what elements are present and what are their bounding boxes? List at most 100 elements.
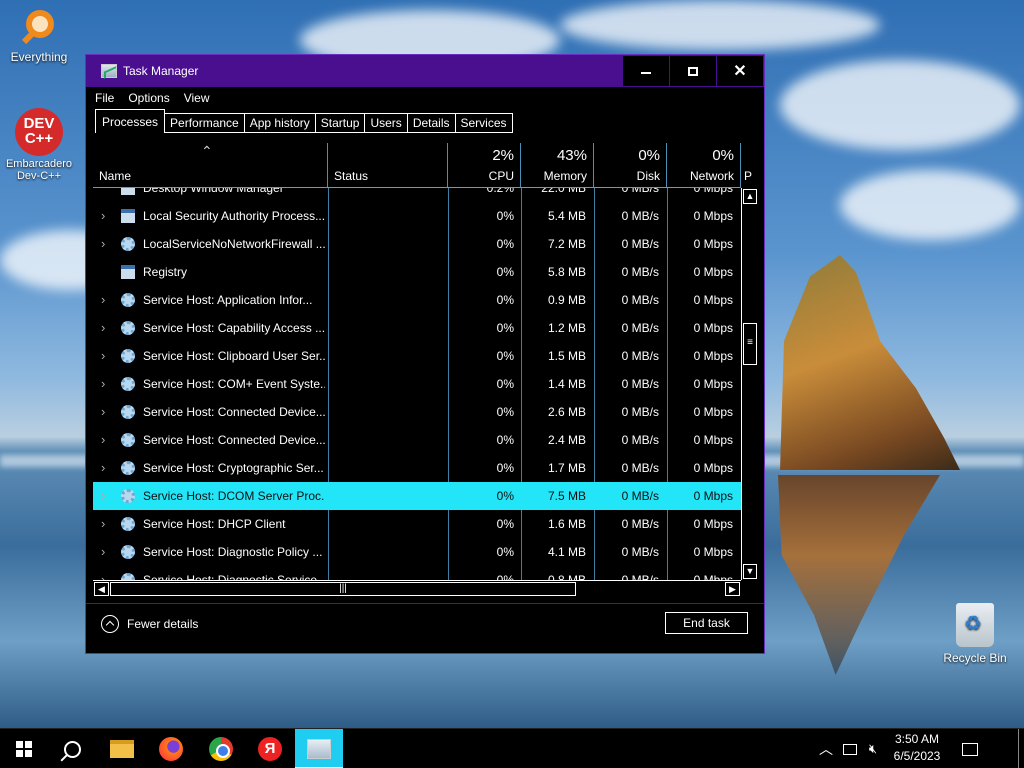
expand-chevron-icon[interactable]: › bbox=[101, 482, 111, 510]
cloud bbox=[840, 170, 1020, 240]
process-list: Desktop Window Manager 0.2% 22.0 MB 0 MB/s 0… bbox=[93, 188, 741, 580]
column-disk[interactable]: 0% Disk bbox=[594, 143, 667, 187]
scroll-down-button[interactable]: ▼ bbox=[743, 564, 757, 579]
tab-performance[interactable]: Performance bbox=[165, 113, 245, 133]
search-button[interactable] bbox=[48, 729, 96, 768]
column-status-label: Status bbox=[334, 169, 369, 183]
column-separator bbox=[594, 538, 595, 566]
network-total: 0% bbox=[712, 147, 734, 164]
window-title: Task Manager bbox=[123, 64, 199, 78]
horizontal-scroll-thumb[interactable]: ||| bbox=[110, 582, 576, 596]
process-network: 0 Mbps bbox=[693, 349, 733, 363]
close-button[interactable]: ✕ bbox=[717, 56, 763, 86]
desktop-icon-devcpp[interactable]: DEV C++ Embarcadero Dev-C++ bbox=[1, 108, 77, 182]
process-row[interactable]: › Service Host: Connected Device... 0% 2.4 … bbox=[93, 426, 741, 454]
menu-bar: File Options View bbox=[86, 87, 764, 109]
column-network[interactable]: 0% Network bbox=[667, 143, 741, 187]
processes-panel: ⌃ Name Status 2% CPU 43% Memory 0% Disk … bbox=[93, 143, 758, 599]
expand-chevron-icon[interactable]: › bbox=[101, 454, 111, 482]
process-row[interactable]: › Service Host: Application Infor... 0% 0.9… bbox=[93, 286, 741, 314]
expand-chevron-icon[interactable]: › bbox=[101, 538, 111, 566]
process-row[interactable]: › Service Host: DCOM Server Proc... 0% 7.5 … bbox=[93, 482, 741, 510]
taskbar-task-manager[interactable] bbox=[295, 729, 343, 768]
process-row[interactable]: › Service Host: DHCP Client 0% 1.6 MB 0 MB/s… bbox=[93, 510, 741, 538]
network-tray-button[interactable] bbox=[840, 729, 860, 768]
show-desktop-button[interactable] bbox=[1018, 729, 1019, 768]
process-row[interactable]: › Service Host: Diagnostic Policy ... 0% 4.… bbox=[93, 538, 741, 566]
action-center-button[interactable] bbox=[956, 729, 984, 768]
process-network: 0 Mbps bbox=[693, 573, 733, 580]
gear-icon bbox=[121, 489, 135, 503]
tab-details[interactable]: Details bbox=[407, 113, 456, 133]
fewer-details-button[interactable]: Fewer details bbox=[101, 615, 198, 633]
process-row[interactable]: Desktop Window Manager 0.2% 22.0 MB 0 MB/s 0… bbox=[93, 188, 741, 202]
tab-users[interactable]: Users bbox=[365, 113, 408, 133]
tab-startup[interactable]: Startup bbox=[315, 113, 366, 133]
horizontal-scrollbar[interactable]: ◀ ||| ▶ bbox=[93, 580, 741, 597]
expand-chevron-icon[interactable]: › bbox=[101, 398, 111, 426]
process-memory: 1.5 MB bbox=[547, 349, 586, 363]
gear-icon bbox=[121, 405, 135, 419]
taskbar-file-explorer[interactable] bbox=[98, 729, 146, 768]
process-row[interactable]: Registry 0% 5.8 MB 0 MB/s 0 Mbps bbox=[93, 258, 741, 286]
column-separator bbox=[667, 202, 668, 230]
process-row[interactable]: › Service Host: Clipboard User Ser... 0% 1.… bbox=[93, 342, 741, 370]
scroll-left-button[interactable]: ◀ bbox=[94, 582, 109, 596]
expand-chevron-icon[interactable]: › bbox=[101, 566, 111, 580]
process-row[interactable]: › Service Host: Cryptographic Ser... 0% 1.7… bbox=[93, 454, 741, 482]
expand-chevron-icon[interactable]: › bbox=[101, 202, 111, 230]
expand-chevron-icon[interactable]: › bbox=[101, 314, 111, 342]
menu-view[interactable]: View bbox=[184, 91, 210, 105]
desktop-icon-recycle-bin[interactable]: Recycle Bin bbox=[937, 603, 1013, 665]
menu-file[interactable]: File bbox=[95, 91, 114, 105]
tab-app-history[interactable]: App history bbox=[244, 113, 316, 133]
column-memory[interactable]: 43% Memory bbox=[521, 143, 594, 187]
column-power-label: P bbox=[744, 169, 753, 183]
column-separator bbox=[594, 426, 595, 454]
process-memory: 1.6 MB bbox=[547, 517, 586, 531]
gear-icon bbox=[121, 573, 135, 580]
process-row[interactable]: › Service Host: COM+ Event Syste... 0% 1.4 … bbox=[93, 370, 741, 398]
end-task-button[interactable]: End task bbox=[665, 612, 748, 634]
volume-tray-button[interactable]: 🔇︎ bbox=[862, 729, 884, 768]
taskbar-firefox[interactable] bbox=[147, 729, 195, 768]
title-bar[interactable]: Task Manager ✕ bbox=[86, 55, 764, 87]
process-row[interactable]: › Local Security Authority Process... 0% 5.… bbox=[93, 202, 741, 230]
scroll-right-button[interactable]: ▶ bbox=[725, 582, 740, 596]
column-power[interactable]: P bbox=[741, 143, 758, 187]
expand-chevron-icon[interactable]: › bbox=[101, 510, 111, 538]
column-name[interactable]: Name bbox=[93, 143, 328, 187]
process-row[interactable]: › LocalServiceNoNetworkFirewall ... 0% 7.2 … bbox=[93, 230, 741, 258]
process-disk: 0 MB/s bbox=[621, 265, 659, 279]
taskbar-yandex[interactable]: Я bbox=[246, 729, 294, 768]
process-row[interactable]: › Service Host: Diagnostic Service ... 0% 0… bbox=[93, 566, 741, 580]
expand-chevron-icon[interactable]: › bbox=[101, 370, 111, 398]
tab-services[interactable]: Services bbox=[455, 113, 513, 133]
desktop-icon-everything[interactable]: Everything bbox=[1, 8, 77, 64]
column-cpu[interactable]: 2% CPU bbox=[448, 143, 521, 187]
task-manager-icon bbox=[307, 739, 331, 759]
vertical-scroll-thumb[interactable]: ≡ bbox=[743, 323, 757, 365]
column-separator bbox=[521, 314, 522, 342]
scroll-up-button[interactable]: ▲ bbox=[743, 189, 757, 204]
expand-chevron-icon[interactable]: › bbox=[101, 230, 111, 258]
start-button[interactable] bbox=[0, 729, 48, 768]
network-icon bbox=[843, 743, 857, 755]
vertical-scrollbar[interactable]: ▲ ≡ ▼ bbox=[741, 188, 758, 580]
menu-options[interactable]: Options bbox=[128, 91, 169, 105]
minimize-button[interactable] bbox=[623, 56, 669, 86]
expand-chevron-icon[interactable]: › bbox=[101, 286, 111, 314]
expand-chevron-icon[interactable]: › bbox=[101, 426, 111, 454]
taskbar-chrome[interactable] bbox=[197, 729, 245, 768]
process-row[interactable]: › Service Host: Capability Access ... 0% 1.… bbox=[93, 314, 741, 342]
process-disk: 0 MB/s bbox=[621, 209, 659, 223]
tab-processes[interactable]: Processes bbox=[95, 109, 166, 133]
process-disk: 0 MB/s bbox=[621, 573, 659, 580]
column-status[interactable]: Status bbox=[328, 143, 448, 187]
expand-chevron-icon[interactable]: › bbox=[101, 342, 111, 370]
process-row[interactable]: › Service Host: Connected Device... 0% 2.6 … bbox=[93, 398, 741, 426]
maximize-button[interactable] bbox=[670, 56, 716, 86]
show-hidden-icons-button[interactable]: ︿ bbox=[814, 729, 838, 768]
clock[interactable]: 3:50 AM 6/5/2023 bbox=[885, 731, 949, 765]
desktop-icon-label: Recycle Bin bbox=[943, 651, 1007, 665]
